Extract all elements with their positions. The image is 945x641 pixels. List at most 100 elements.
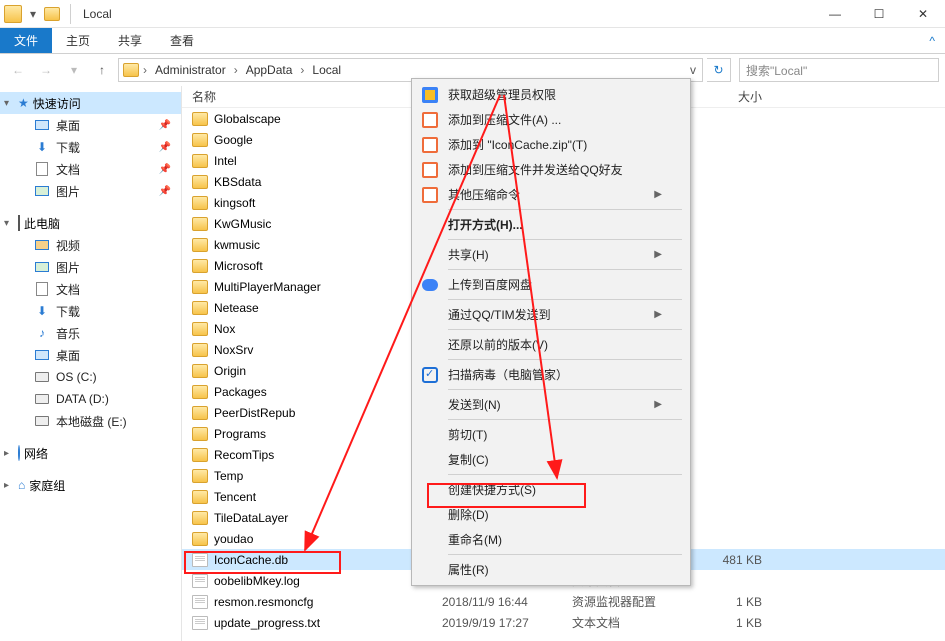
breadcrumb-seg[interactable]: Local	[306, 63, 347, 77]
minimize-button[interactable]: —	[813, 0, 857, 28]
qat-folder-icon[interactable]	[44, 7, 60, 21]
sidebar-item-downloads[interactable]: ⬇下载📌	[0, 136, 181, 158]
tab-view[interactable]: 查看	[156, 28, 208, 53]
folder-icon	[192, 490, 208, 504]
ctx-share[interactable]: 共享(H)▶	[414, 242, 688, 267]
ctx-add-zip-t[interactable]: 添加到 "IconCache.zip"(T)	[414, 132, 688, 157]
tab-file[interactable]: 文件	[0, 28, 52, 53]
folder-icon	[192, 217, 208, 231]
back-button[interactable]: ←	[6, 58, 30, 82]
file-name: KBSdata	[214, 175, 261, 189]
folder-icon	[192, 364, 208, 378]
folder-icon	[192, 175, 208, 189]
sidebar-item-documents[interactable]: 文档	[0, 278, 181, 300]
document-icon	[36, 162, 48, 176]
sidebar-item-downloads[interactable]: ⬇下载	[0, 300, 181, 322]
file-name: kwmusic	[214, 238, 260, 252]
sidebar-item-pictures[interactable]: 图片	[0, 256, 181, 278]
qat-down-icon[interactable]: ▾	[26, 7, 40, 21]
drive-icon	[35, 394, 49, 404]
column-size[interactable]: 大小	[692, 88, 772, 105]
ctx-scan[interactable]: 扫描病毒（电脑管家）	[414, 362, 688, 387]
ctx-restore[interactable]: 还原以前的版本(V)	[414, 332, 688, 357]
ctx-upload[interactable]: 上传到百度网盘	[414, 272, 688, 297]
ctx-add-zip-send[interactable]: 添加到压缩文件并发送给QQ好友	[414, 157, 688, 182]
forward-button[interactable]: →	[34, 58, 58, 82]
folder-icon	[192, 112, 208, 126]
sidebar-label: 快速访问	[33, 95, 81, 112]
sidebar-network[interactable]: ▸ 网络	[0, 442, 181, 464]
sidebar-quick-access[interactable]: ▾ ★ 快速访问	[0, 92, 181, 114]
folder-icon	[4, 5, 22, 23]
ctx-copy[interactable]: 复制(C)	[414, 447, 688, 472]
search-input[interactable]: 搜索"Local"	[739, 58, 939, 82]
up-button[interactable]: ↑	[90, 58, 114, 82]
file-name: Temp	[214, 469, 243, 483]
network-icon	[18, 445, 20, 461]
tab-home[interactable]: 主页	[52, 28, 104, 53]
ctx-rename[interactable]: 重命名(M)	[414, 527, 688, 552]
desktop-icon	[35, 350, 49, 360]
breadcrumb-down-icon[interactable]: v	[688, 63, 698, 77]
sidebar-homegroup[interactable]: ▸ ⌂ 家庭组	[0, 474, 181, 496]
pin-icon: 📌	[159, 186, 171, 197]
title-bar: ▾ Local — ☐ ✕	[0, 0, 945, 28]
maximize-button[interactable]: ☐	[857, 0, 901, 28]
column-name[interactable]: 名称	[182, 88, 442, 105]
ctx-cut[interactable]: 剪切(T)	[414, 422, 688, 447]
ctx-admin[interactable]: 获取超级管理员权限	[414, 82, 688, 107]
pin-icon: 📌	[159, 142, 171, 153]
sidebar-label: 网络	[24, 445, 48, 462]
sidebar-item-music[interactable]: ♪音乐	[0, 322, 181, 344]
chevron-right-icon[interactable]: ›	[141, 63, 149, 77]
tab-share[interactable]: 共享	[104, 28, 156, 53]
sidebar-item-drive-c[interactable]: OS (C:)	[0, 366, 181, 388]
close-button[interactable]: ✕	[901, 0, 945, 28]
sidebar-item-documents[interactable]: 文档📌	[0, 158, 181, 180]
chevron-down-icon[interactable]: ▾	[4, 218, 14, 229]
desktop-icon	[35, 120, 49, 130]
sidebar-label: 家庭组	[29, 477, 65, 494]
sidebar-item-drive-d[interactable]: DATA (D:)	[0, 388, 181, 410]
file-name: PeerDistRepub	[214, 406, 295, 420]
chevron-right-icon[interactable]: ›	[298, 63, 306, 77]
chevron-right-icon[interactable]: ▸	[4, 448, 14, 459]
sidebar-item-desktop[interactable]: 桌面	[0, 344, 181, 366]
ctx-sendto[interactable]: 发送到(N)▶	[414, 392, 688, 417]
sidebar-item-videos[interactable]: 视频	[0, 234, 181, 256]
sidebar-item-desktop[interactable]: 桌面📌	[0, 114, 181, 136]
collapse-ribbon-icon[interactable]: ^	[919, 28, 945, 53]
search-placeholder: 搜索"Local"	[746, 62, 807, 79]
ctx-qqtim[interactable]: 通过QQ/TIM发送到▶	[414, 302, 688, 327]
folder-icon	[192, 448, 208, 462]
refresh-button[interactable]: ↻	[707, 58, 731, 82]
ctx-other-zip[interactable]: 其他压缩命令▶	[414, 182, 688, 207]
ctx-props[interactable]: 属性(R)	[414, 557, 688, 582]
chevron-down-icon[interactable]: ▾	[4, 98, 14, 109]
folder-icon	[192, 406, 208, 420]
file-name: Packages	[214, 385, 267, 399]
picture-icon	[35, 186, 49, 196]
document-icon	[36, 282, 48, 296]
file-row[interactable]: resmon.resmoncfg2018/11/9 16:44资源监视器配置1 …	[182, 591, 945, 612]
chevron-right-icon[interactable]: ›	[232, 63, 240, 77]
shield-check-icon	[422, 367, 438, 383]
chevron-right-icon[interactable]: ▸	[4, 480, 14, 491]
folder-icon	[192, 196, 208, 210]
file-row[interactable]: update_progress.txt2019/9/19 17:27文本文档1 …	[182, 612, 945, 633]
ctx-open-with[interactable]: 打开方式(H)...	[414, 212, 688, 237]
file-name: kingsoft	[214, 196, 255, 210]
sidebar-item-drive-e[interactable]: 本地磁盘 (E:)	[0, 410, 181, 432]
sidebar-item-pictures[interactable]: 图片📌	[0, 180, 181, 202]
history-down-icon[interactable]: ▾	[62, 58, 86, 82]
file-name: Origin	[214, 364, 246, 378]
picture-icon	[35, 262, 49, 272]
ctx-add-zip[interactable]: 添加到压缩文件(A) ...	[414, 107, 688, 132]
file-name: resmon.resmoncfg	[214, 595, 313, 609]
breadcrumb-seg[interactable]: Administrator	[149, 63, 232, 77]
breadcrumb-seg[interactable]: AppData	[240, 63, 299, 77]
annotation-box	[184, 551, 341, 574]
folder-icon	[192, 238, 208, 252]
file-name: NoxSrv	[214, 343, 253, 357]
sidebar-this-pc[interactable]: ▾ 此电脑	[0, 212, 181, 234]
